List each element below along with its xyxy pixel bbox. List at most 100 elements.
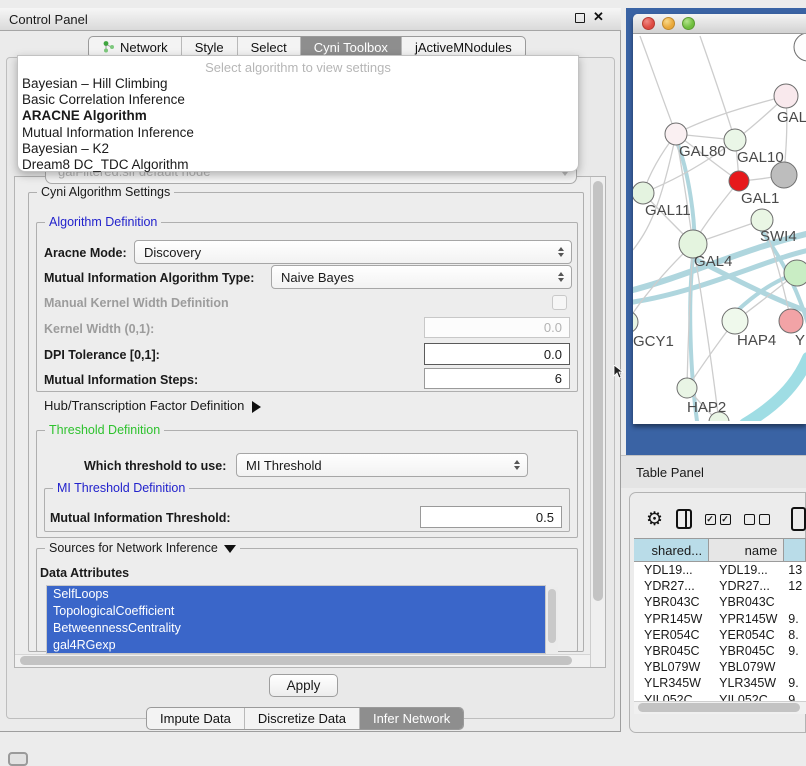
sources-title: Sources for Network Inference (45, 541, 240, 555)
table-row[interactable]: YDR27...YDR27...12 (634, 578, 806, 594)
node-label-y: Y (795, 332, 805, 349)
threshold-definition-title: Threshold Definition (45, 423, 164, 437)
tab-impute-data[interactable]: Impute Data (147, 708, 244, 729)
mi-algorithm-type-combo[interactable]: Naive Bayes (271, 265, 572, 289)
table-function-icon[interactable] (791, 507, 806, 531)
table-row[interactable]: YPR145WYPR145W9. (634, 611, 806, 627)
node-label-swi4: SWI4 (760, 228, 797, 245)
table-row[interactable]: YER054CYER054C8. (634, 627, 806, 643)
data-attributes-list[interactable]: SelfLoopsTopologicalCoefficientBetweenne… (46, 585, 546, 654)
manual-kernel-width-label: Manual Kernel Width Definition (44, 296, 229, 310)
algorithm-option-mutual-information-inference[interactable]: Mutual Information Inference (18, 125, 578, 141)
which-threshold-label: Which threshold to use: (84, 459, 226, 473)
close-icon[interactable]: ✕ (593, 9, 607, 25)
algorithm-option-basic-correlation-inference[interactable]: Basic Correlation Inference (18, 92, 578, 108)
mi-steps-field[interactable]: 6 (424, 368, 570, 389)
mi-threshold-field[interactable]: 0.5 (420, 506, 562, 528)
dpi-tolerance-label: DPI Tolerance [0,1]: (44, 348, 160, 362)
network-canvas[interactable]: GAL GAL80 GAL10 GAL1 GAL11 GAL4 SWI4 GCY1 HAP4 Y H… (633, 34, 806, 421)
mi-steps-label: Mutual Information Steps: (44, 373, 198, 387)
node-table[interactable]: shared...nameYDL19...YDL19...13YDR27...Y… (634, 538, 806, 701)
tab-discretize-data[interactable]: Discretize Data (244, 708, 359, 729)
algorithm-definition-title: Algorithm Definition (45, 215, 161, 229)
node-label-gal4: GAL4 (694, 253, 732, 270)
table-row[interactable]: YBR045CYBR045C9. (634, 643, 806, 659)
dropdown-placeholder: Select algorithm to view settings (18, 59, 578, 76)
deselect-all-checks-icon[interactable] (744, 514, 770, 525)
network-node-gal11[interactable] (633, 182, 654, 204)
network-icon (102, 40, 115, 56)
manual-kernel-width-checkbox[interactable] (552, 295, 567, 310)
control-panel-titlebar: Control Panel (0, 8, 621, 31)
node-label-gal11: GAL11 (645, 202, 691, 219)
algorithm-option-dream8-dc-tdc-algorithm[interactable]: Dream8 DC_TDC Algorithm (18, 157, 578, 173)
network-node-gal1[interactable] (729, 171, 749, 191)
network-node-gal[interactable] (774, 84, 798, 108)
hub-definition-expander[interactable]: Hub/Transcription Factor Definition (44, 398, 261, 413)
gear-icon[interactable]: ⚙ (646, 510, 663, 529)
table-row[interactable]: YLR345WYLR345W9. (634, 675, 806, 691)
table-panel-header: Table Panel (621, 455, 806, 488)
table-row[interactable]: YIL052CYIL052C9. (634, 692, 806, 702)
table-horizontal-scrollbar-thumb[interactable] (638, 703, 800, 712)
partial-button[interactable] (8, 752, 28, 766)
collapse-down-icon (224, 545, 236, 553)
network-node-gcy1[interactable] (633, 311, 638, 333)
float-window-icon[interactable] (575, 13, 585, 23)
network-node-gal10[interactable] (724, 129, 746, 151)
node-label-gal: GAL (777, 109, 806, 126)
attributes-list-scrollbar-thumb[interactable] (548, 589, 556, 643)
cyni-settings-title: Cyni Algorithm Settings (37, 185, 174, 199)
select-all-checks-icon[interactable]: ✓ ✓ (705, 514, 731, 525)
dpi-tolerance-field[interactable]: 0.0 (424, 343, 570, 365)
table-row[interactable]: YDL19...YDL19...13 (634, 562, 806, 578)
settings-vertical-scrollbar-thumb[interactable] (593, 181, 603, 601)
attribute-item-topologicalcoefficient[interactable]: TopologicalCoefficient (47, 603, 545, 620)
table-panel-title: Table Panel (636, 465, 704, 480)
minimize-traffic-light-icon[interactable] (662, 17, 675, 30)
network-node[interactable] (784, 260, 806, 286)
show-columns-icon[interactable] (676, 509, 691, 529)
node-label-gal10: GAL10 (737, 149, 784, 166)
algorithm-option-aracne-algorithm[interactable]: ARACNE Algorithm (18, 108, 578, 124)
kernel-width-label: Kernel Width (0,1): (44, 322, 154, 336)
settings-horizontal-scrollbar-thumb[interactable] (20, 656, 572, 665)
network-node-y[interactable] (779, 309, 803, 333)
node-label-gcy1: GCY1 (633, 333, 674, 350)
node-label-hap4: HAP4 (737, 332, 776, 349)
table-row[interactable]: YBL079WYBL079W (634, 659, 806, 675)
mi-threshold-label: Mutual Information Threshold: (50, 511, 231, 525)
algorithm-option-bayesian-hill-climbing[interactable]: Bayesian – Hill Climbing (18, 76, 578, 92)
column-header-name[interactable]: name (709, 538, 784, 562)
attribute-item-selfloops[interactable]: SelfLoops (47, 586, 545, 603)
kernel-width-field[interactable]: 0.0 (424, 317, 570, 338)
zoom-traffic-light-icon[interactable] (682, 17, 695, 30)
network-node[interactable] (794, 34, 806, 61)
network-node-hap2[interactable] (677, 378, 697, 398)
algorithm-option-bayesian-k2[interactable]: Bayesian – K2 (18, 141, 578, 157)
mi-algorithm-type-label: Mutual Information Algorithm Type: (44, 271, 254, 285)
network-node-gal80[interactable] (665, 123, 687, 145)
which-threshold-combo[interactable]: MI Threshold (236, 453, 528, 477)
aracne-mode-label: Aracne Mode: (44, 246, 127, 260)
attribute-item-gal4rgexp[interactable]: gal4RGexp (47, 637, 545, 654)
tab-infer-network[interactable]: Infer Network (359, 708, 463, 729)
node-label-gal1: GAL1 (741, 190, 779, 207)
column-header-2[interactable] (784, 538, 806, 562)
control-panel-title: Control Panel (9, 12, 88, 27)
column-header-shared[interactable]: shared... (634, 538, 709, 562)
cyni-bottom-tabs: Impute DataDiscretize DataInfer Network (146, 707, 464, 730)
attribute-item-betweennesscentrality[interactable]: BetweennessCentrality (47, 620, 545, 637)
algorithm-dropdown-popup: Select algorithm to view settings Bayesi… (17, 55, 579, 172)
network-node-hap4[interactable] (722, 308, 748, 334)
node-label-gal80: GAL80 (679, 143, 726, 160)
table-row[interactable]: YBR043CYBR043C (634, 594, 806, 610)
close-traffic-light-icon[interactable] (642, 17, 655, 30)
aracne-mode-combo[interactable]: Discovery (134, 240, 572, 264)
data-attributes-label: Data Attributes (40, 566, 129, 580)
table-toolbar: ⚙ ✓ ✓ (634, 500, 806, 538)
apply-button[interactable]: Apply (269, 674, 338, 697)
mi-threshold-definition-title: MI Threshold Definition (53, 481, 189, 495)
node-label-hap2: HAP2 (687, 399, 726, 416)
expand-right-icon (252, 401, 261, 413)
